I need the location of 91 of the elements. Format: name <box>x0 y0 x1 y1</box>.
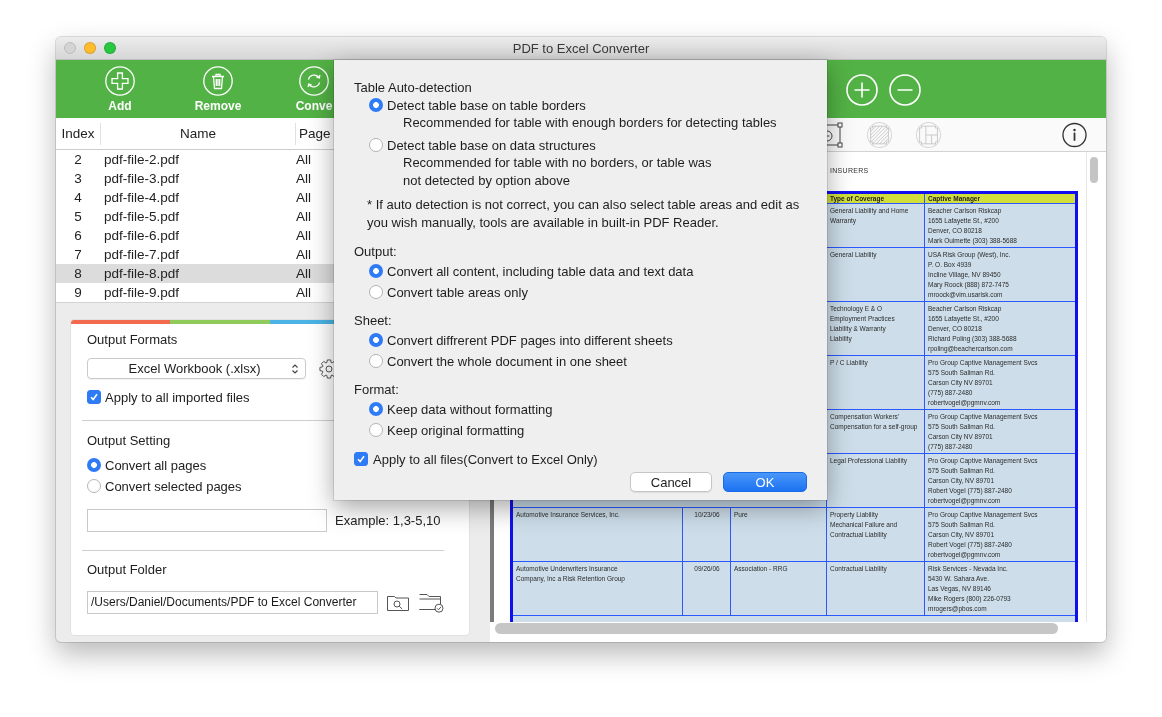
file-row[interactable]: 6 pdf-file-6.pdf All <box>56 226 334 245</box>
file-name-cell-text: pdf-file-7.pdf <box>103 247 181 262</box>
index-cell-text: 6 <box>73 228 83 243</box>
hatched-table-icon[interactable] <box>867 121 892 148</box>
radio-button[interactable] <box>369 333 383 347</box>
file-row[interactable]: 5 pdf-file-5.pdf All <box>56 207 334 226</box>
file-row[interactable]: 8 pdf-file-8.pdf All <box>56 264 334 283</box>
column-header[interactable]: Index <box>61 126 95 141</box>
option-label: Convert the whole document in one sheet <box>387 353 627 369</box>
horizontal-scrollbar[interactable] <box>495 623 1058 634</box>
column-header[interactable]: Page <box>299 126 331 141</box>
file-name-cell-text: pdf-file-6.pdf <box>103 228 181 243</box>
index-cell-text: 3 <box>73 171 83 186</box>
checkbox[interactable] <box>354 452 368 466</box>
file-name-cell-text: pdf-file-4.pdf <box>103 190 181 205</box>
section-title: Output Folder <box>87 562 167 578</box>
page-cell-text: All <box>295 171 312 186</box>
page-cell-text: All <box>295 209 312 224</box>
refresh-icon <box>299 66 329 96</box>
index-cell-text: 5 <box>73 209 83 224</box>
index-cell-text: 7 <box>73 247 83 262</box>
radio-button[interactable] <box>369 98 383 112</box>
radio-button[interactable] <box>87 479 101 493</box>
option-label: Keep original formatting <box>387 422 525 438</box>
file-name-cell-text: pdf-file-3.pdf <box>103 171 181 186</box>
plus-circle-icon[interactable] <box>846 74 878 106</box>
example-hint: Example: 1,3-5,10 <box>335 513 441 528</box>
option-label: Convert all pages <box>105 457 207 473</box>
checkbox[interactable] <box>87 390 101 404</box>
index-cell-text: 4 <box>73 190 83 205</box>
option-label: Convert diffrerent PDF pages into different sheets <box>387 332 673 348</box>
file-row[interactable]: 9 pdf-file-9.pdf All <box>56 283 334 302</box>
option-label: Keep data without formatting <box>387 401 553 417</box>
plus-circle-icon <box>105 66 135 96</box>
file-row[interactable]: 2 pdf-file-2.pdf All <box>56 150 334 169</box>
file-row[interactable]: 3 pdf-file-3.pdf All <box>56 169 334 188</box>
page-cell-text: All <box>295 266 312 281</box>
info-icon[interactable] <box>1062 121 1087 148</box>
page-cell-text: All <box>295 285 312 300</box>
minimize-icon[interactable] <box>84 42 96 54</box>
dialog-section-title: Format: <box>354 382 399 398</box>
radio-button[interactable] <box>369 402 383 416</box>
file-row[interactable]: 4 pdf-file-4.pdf All <box>56 188 334 207</box>
column-header[interactable]: Name <box>180 126 216 141</box>
option-description: Recommended for table with enough borders for detecting tables <box>403 114 777 132</box>
radio-button[interactable] <box>369 264 383 278</box>
radio-button[interactable] <box>369 423 383 437</box>
updown-chevron-icon <box>291 362 299 375</box>
window-title: PDF to Excel Converter <box>512 40 650 56</box>
fullscreen-icon[interactable] <box>104 42 116 54</box>
ok-button[interactable]: OK <box>723 472 807 492</box>
folder-check-icon[interactable] <box>418 592 444 613</box>
radio-button[interactable] <box>369 285 383 299</box>
cancel-button[interactable]: Cancel <box>630 472 712 492</box>
page-range-field[interactable] <box>87 509 327 532</box>
folder-search-icon[interactable] <box>386 593 410 612</box>
option-description: Recommended for table with no borders, or table was not detected by option above <box>403 154 712 190</box>
dialog-section-title: Sheet: <box>354 313 392 329</box>
option-label: Detect table base on data structures <box>387 137 596 153</box>
dialog-section-title: Table Auto-detection <box>354 80 472 96</box>
output-folder-field[interactable]: /Users/Daniel/Documents/PDF to Excel Converter <box>87 591 378 614</box>
radio-button[interactable] <box>369 138 383 152</box>
checkbox-label: Apply to all files(Convert to Excel Only) <box>373 451 598 467</box>
checkbox-label: Apply to all imported files <box>105 389 250 405</box>
section-title: Output Formats <box>87 332 178 348</box>
dialog-section-title: Output: <box>354 244 397 260</box>
index-cell-text: 9 <box>73 285 83 300</box>
grid-table-icon[interactable] <box>916 121 941 148</box>
index-cell-text: 8 <box>73 266 83 281</box>
option-label: Convert all content, including table data and text data <box>387 263 694 279</box>
format-select[interactable]: Excel Workbook (.xlsx) <box>87 358 306 379</box>
page-cell-text: All <box>295 228 312 243</box>
option-label: Convert selected pages <box>105 478 242 494</box>
trash-icon <box>203 66 233 96</box>
radio-button[interactable] <box>369 354 383 368</box>
minus-circle-icon[interactable] <box>889 74 921 106</box>
file-name-cell-text: pdf-file-8.pdf <box>103 266 181 281</box>
index-cell-text: 2 <box>73 152 83 167</box>
file-name-cell-text: pdf-file-9.pdf <box>103 285 181 300</box>
dialog-note: * If auto detection is not correct, you can also select table areas and edit as you wish manually, tools are available in built-in PDF Reader. <box>367 196 800 232</box>
file-name-cell-text: pdf-file-2.pdf <box>103 152 181 167</box>
vertical-scrollbar[interactable] <box>1090 157 1098 183</box>
file-name-cell-text: pdf-file-5.pdf <box>103 209 181 224</box>
radio-button[interactable] <box>87 458 101 472</box>
page-cell-text: All <box>295 190 312 205</box>
option-label: Convert table areas only <box>387 284 528 300</box>
section-title: Output Setting <box>87 433 171 449</box>
file-row[interactable]: 7 pdf-file-7.pdf All <box>56 245 334 264</box>
option-label: Detect table base on table borders <box>387 97 586 113</box>
page-cell-text: All <box>295 247 312 262</box>
page-cell-text: All <box>295 152 312 167</box>
